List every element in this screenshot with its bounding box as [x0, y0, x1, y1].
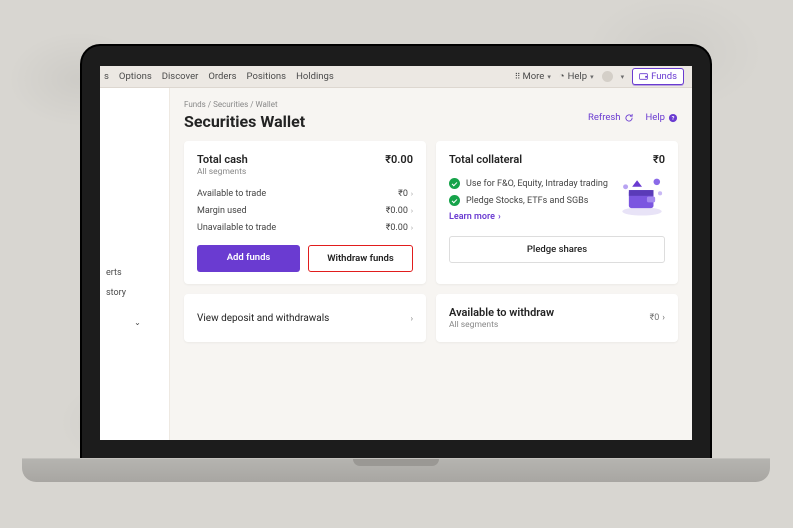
total-cash-rows: Available to trade ₹0› Margin used ₹0.00…: [197, 189, 413, 233]
chevron-right-icon: ›: [662, 313, 665, 323]
nav-item-positions[interactable]: Positions: [247, 71, 287, 82]
page-actions: Refresh Help ?: [588, 112, 678, 123]
chevron-right-icon: ›: [411, 190, 413, 198]
row-label: Available to trade: [197, 189, 266, 199]
nav-item-options[interactable]: Options: [119, 71, 152, 82]
content: Funds / Securities / Wallet Securities W…: [170, 88, 692, 440]
laptop-notch: [353, 459, 439, 466]
row-margin-used[interactable]: Margin used ₹0.00›: [197, 206, 413, 216]
chevron-right-icon: ›: [411, 207, 413, 215]
funds-button[interactable]: Funds: [632, 68, 684, 85]
row-value: ₹0.00: [386, 206, 408, 216]
main-area: erts story ⌄ Funds / Securities / Wallet…: [100, 88, 692, 440]
sidebar-item[interactable]: erts: [106, 268, 169, 278]
total-cash-title: Total cash: [197, 153, 248, 166]
refresh-icon: [624, 113, 634, 123]
feature-text: Pledge Stocks, ETFs and SGBs: [466, 196, 588, 206]
check-circle-icon: [449, 178, 460, 189]
help-link[interactable]: Help ?: [646, 112, 678, 123]
breadcrumb: Funds / Securities / Wallet: [184, 100, 678, 109]
collateral-value: ₹0: [653, 153, 665, 166]
total-cash-subtitle: All segments: [197, 167, 248, 177]
nav-item-holdings[interactable]: Holdings: [296, 71, 334, 82]
chevron-right-icon: ›: [411, 314, 413, 323]
chevron-down-icon: ⌄: [134, 318, 141, 327]
more-icon: ⠿: [515, 72, 520, 81]
available-withdraw-card[interactable]: Available to withdraw All segments ₹0 ›: [436, 294, 678, 342]
collateral-body: Use for F&O, Equity, Intraday trading Pl…: [449, 178, 665, 222]
cash-buttons: Add funds Withdraw funds: [197, 245, 413, 272]
row-unavailable-to-trade[interactable]: Unavailable to trade ₹0.00›: [197, 223, 413, 233]
help-icon: ◔: [559, 71, 565, 82]
sidebar-item[interactable]: story: [106, 288, 169, 298]
withdraw-value: ₹0: [650, 313, 660, 323]
chevron-right-icon: ›: [411, 224, 413, 232]
top-navbar-left: s Options Discover Orders Positions Hold…: [104, 71, 334, 82]
nav-item[interactable]: s: [104, 71, 109, 82]
page-title: Securities Wallet: [184, 112, 305, 131]
add-funds-button[interactable]: Add funds: [197, 245, 300, 272]
chevron-down-icon: ▾: [621, 73, 625, 81]
refresh-link[interactable]: Refresh: [588, 112, 634, 123]
chevron-down-icon: ▾: [547, 73, 551, 81]
sidebar-expand[interactable]: ⌄: [106, 318, 169, 327]
pledge-shares-button[interactable]: Pledge shares: [449, 236, 665, 263]
top-navbar-right: ⠿ More ▾ ◔ Help ▾ ▾: [515, 68, 684, 85]
nav-item-orders[interactable]: Orders: [208, 71, 236, 82]
row-label: Margin used: [197, 206, 247, 216]
row-label: Unavailable to trade: [197, 223, 276, 233]
total-cash-card: Total cash All segments ₹0.00 Available …: [184, 141, 426, 284]
page-header: Securities Wallet Refresh Help ?: [184, 112, 678, 131]
user-menu[interactable]: ▾: [602, 71, 625, 82]
laptop-base: [22, 458, 770, 482]
feature-text: Use for F&O, Equity, Intraday trading: [466, 179, 608, 189]
funds-button-label: Funds: [651, 71, 677, 82]
view-deposits-label: View deposit and withdrawals: [197, 313, 329, 324]
chevron-down-icon: ▾: [590, 73, 594, 81]
withdraw-funds-button[interactable]: Withdraw funds: [308, 245, 413, 272]
bottom-grid: View deposit and withdrawals › Available…: [184, 284, 678, 342]
help-label: Help: [568, 71, 587, 82]
cards-grid: Total cash All segments ₹0.00 Available …: [184, 141, 678, 284]
help-circle-icon: ?: [668, 113, 678, 123]
row-value: ₹0: [398, 189, 408, 199]
view-deposits-card[interactable]: View deposit and withdrawals ›: [184, 294, 426, 342]
sidebar: erts story ⌄: [100, 88, 170, 440]
total-collateral-card: Total collateral ₹0 Use for F&O, Equity,…: [436, 141, 678, 284]
top-navbar: s Options Discover Orders Positions Hold…: [100, 66, 692, 88]
refresh-label: Refresh: [588, 112, 621, 123]
help-label: Help: [646, 112, 665, 123]
withdraw-subtitle: All segments: [449, 320, 554, 330]
avatar-icon: [602, 71, 613, 82]
laptop-bezel: s Options Discover Orders Positions Hold…: [82, 46, 710, 458]
wallet-illustration: [617, 172, 667, 218]
collateral-title: Total collateral: [449, 153, 522, 166]
laptop-frame: s Options Discover Orders Positions Hold…: [80, 44, 712, 460]
check-circle-icon: [449, 195, 460, 206]
svg-text:?: ?: [672, 115, 675, 121]
help-menu[interactable]: ◔ Help ▾: [559, 71, 594, 82]
learn-more-label: Learn more: [449, 212, 495, 222]
wallet-icon: [639, 72, 648, 81]
more-menu[interactable]: ⠿ More ▾: [515, 71, 551, 82]
withdraw-title: Available to withdraw: [449, 306, 554, 319]
more-label: More: [522, 71, 544, 82]
row-value: ₹0.00: [386, 223, 408, 233]
row-available-to-trade[interactable]: Available to trade ₹0›: [197, 189, 413, 199]
nav-item-discover[interactable]: Discover: [162, 71, 199, 82]
app-screen: s Options Discover Orders Positions Hold…: [100, 66, 692, 440]
total-cash-value: ₹0.00: [385, 153, 413, 166]
chevron-right-icon: ›: [498, 212, 501, 222]
